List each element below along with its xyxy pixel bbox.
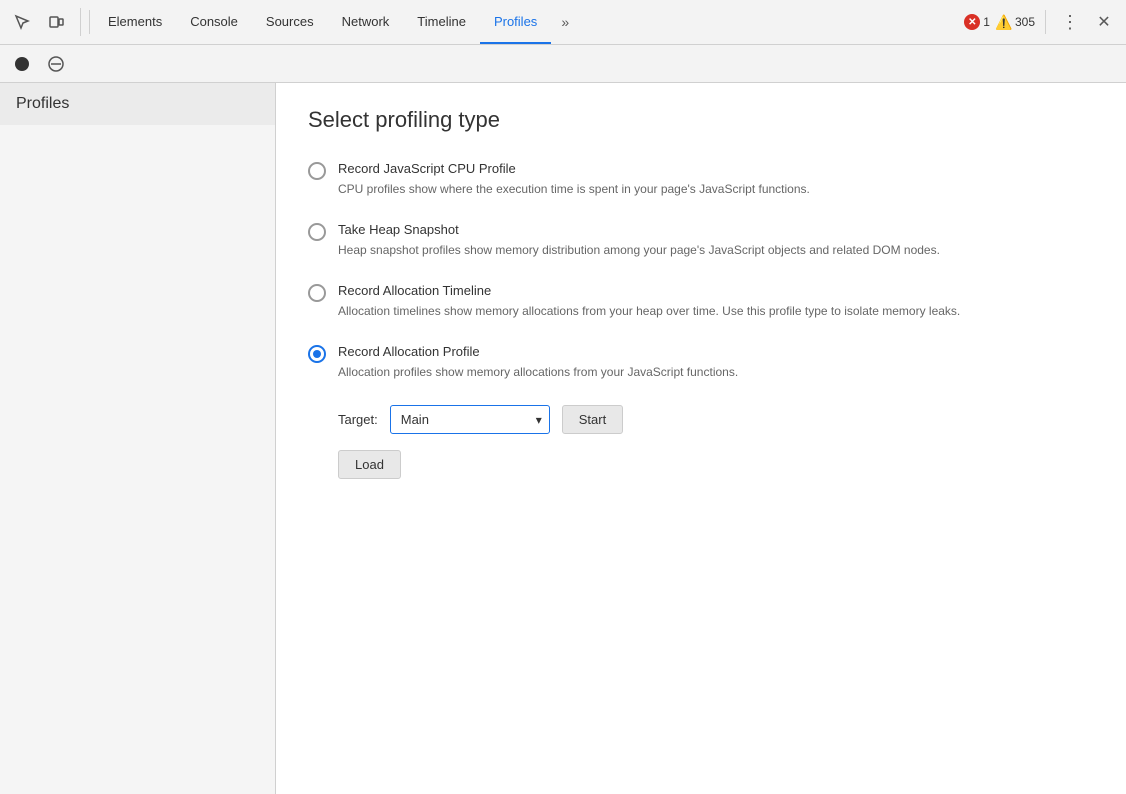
toolbar-icons [8,8,81,36]
tab-profiles[interactable]: Profiles [480,0,551,44]
warning-badge[interactable]: ⚠️ 305 [996,14,1035,30]
tab-console[interactable]: Console [176,0,252,44]
allocation-timeline-label: Record Allocation Timeline [338,283,960,298]
radio-cpu-profile[interactable] [308,162,326,180]
heap-snapshot-label: Take Heap Snapshot [338,222,940,237]
device-mode-icon[interactable] [42,8,70,36]
load-button[interactable]: Load [338,450,401,479]
record-button[interactable] [8,50,36,78]
sub-toolbar [0,45,1126,83]
option-cpu-profile: Record JavaScript CPU Profile CPU profil… [308,161,1094,198]
sidebar: Profiles [0,83,276,794]
close-button[interactable]: ✕ [1090,8,1118,36]
toolbar-divider [89,10,90,34]
more-menu-button[interactable]: ⋮ [1056,8,1084,36]
target-select-wrapper: Main ▾ [390,405,550,434]
toolbar-right: ✕ 1 ⚠️ 305 ⋮ ✕ [964,8,1118,36]
option-row-profile: Record Allocation Profile Allocation pro… [308,344,1094,381]
toolbar-right-divider [1045,10,1046,34]
allocation-profile-label: Record Allocation Profile [338,344,738,359]
option-heap-snapshot: Take Heap Snapshot Heap snapshot profile… [308,222,1094,259]
option-row-cpu: Record JavaScript CPU Profile CPU profil… [308,161,1094,198]
tab-elements[interactable]: Elements [94,0,176,44]
radio-heap-snapshot[interactable] [308,223,326,241]
main-layout: Profiles Select profiling type Record Ja… [0,83,1126,794]
start-button[interactable]: Start [562,405,623,434]
radio-allocation-profile[interactable] [308,345,326,363]
load-button-wrapper: Load [308,434,1094,479]
target-row: Target: Main ▾ Start [338,405,1094,434]
page-title: Select profiling type [308,107,1094,133]
radio-allocation-timeline[interactable] [308,284,326,302]
allocation-profile-desc: Allocation profiles show memory allocati… [338,363,738,381]
option-row-timeline: Record Allocation Timeline Allocation ti… [308,283,1094,320]
heap-snapshot-desc: Heap snapshot profiles show memory distr… [338,241,940,259]
target-label: Target: [338,412,378,427]
select-element-icon[interactable] [8,8,36,36]
sidebar-title: Profiles [0,83,275,125]
more-tabs-button[interactable]: » [551,8,579,36]
cpu-profile-label: Record JavaScript CPU Profile [338,161,810,176]
option-allocation-timeline: Record Allocation Timeline Allocation ti… [308,283,1094,320]
target-select[interactable]: Main [390,405,550,434]
option-row-heap: Take Heap Snapshot Heap snapshot profile… [308,222,1094,259]
tab-network[interactable]: Network [328,0,404,44]
error-icon: ✕ [964,14,980,30]
devtools-toolbar: Elements Console Sources Network Timelin… [0,0,1126,45]
option-allocation-profile: Record Allocation Profile Allocation pro… [308,344,1094,381]
tab-timeline[interactable]: Timeline [403,0,480,44]
cpu-profile-desc: CPU profiles show where the execution ti… [338,180,810,198]
tab-sources[interactable]: Sources [252,0,328,44]
clear-button[interactable] [42,50,70,78]
toolbar-tabs: Elements Console Sources Network Timelin… [94,0,964,44]
error-badge[interactable]: ✕ 1 [964,14,990,30]
warning-icon: ⚠️ [996,14,1012,30]
content-area: Select profiling type Record JavaScript … [276,83,1126,794]
allocation-timeline-desc: Allocation timelines show memory allocat… [338,302,960,320]
